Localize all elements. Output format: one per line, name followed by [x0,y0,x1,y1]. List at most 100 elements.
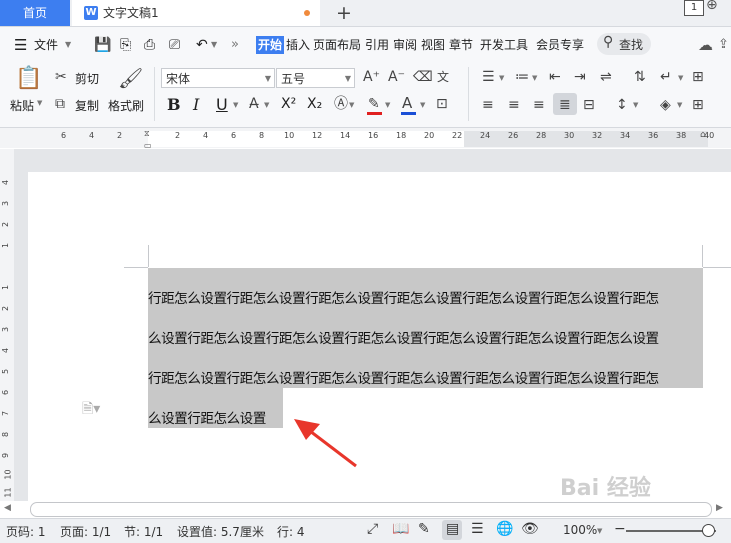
menu-developer[interactable]: 开发工具 [480,36,528,54]
subscript-button[interactable]: X₂ [307,96,322,112]
fullscreen-icon[interactable]: ⤢ [367,521,378,537]
font-color-dropdown-icon[interactable]: ▼ [420,101,425,109]
menu-review[interactable]: 审阅 [393,36,417,54]
phonetic-guide-icon[interactable]: 文 [437,69,449,85]
outline-view-icon[interactable]: ☰ [471,521,484,537]
save-icon[interactable]: 💾 [94,36,111,54]
status-row[interactable]: 行: 4 [277,523,305,540]
paragraph-handle-icon[interactable]: 🗎▾ [82,398,100,422]
eye-protection-icon[interactable]: 👁 [521,521,539,537]
menu-chapter[interactable]: 章节 [449,36,473,54]
chevron-down-icon[interactable]: ▼ [65,36,71,54]
undo-dropdown-icon[interactable]: ▼ [211,36,217,54]
text-effect-dropdown-icon[interactable]: ▼ [349,101,354,109]
underline-dropdown-icon[interactable]: ▼ [233,101,238,109]
search-box[interactable]: ⚲ 查找 [597,33,651,55]
tab-document[interactable]: W 文字文稿1 [72,0,320,26]
show-marks-icon[interactable]: ↵ [660,69,672,85]
menu-references[interactable]: 引用 [365,36,389,54]
grow-font-icon[interactable]: A⁺ [363,69,380,85]
shrink-font-icon[interactable]: A⁻ [388,69,405,85]
chinese-layout-icon[interactable]: ⇌ [600,69,612,85]
align-left-icon[interactable]: ≡ [482,97,494,113]
print-icon[interactable]: ⎙ [144,36,155,54]
distributed-align-icon[interactable]: ⊟ [583,97,595,113]
print-preview-icon[interactable]: ⎚ [169,36,180,54]
menu-file[interactable]: 文件 [34,36,58,54]
user-icon[interactable]: ⊕ [706,0,718,13]
hamburger-icon[interactable]: ☰ [14,36,27,54]
format-painter-button[interactable]: 格式刷 [108,97,144,114]
menu-view[interactable]: 视图 [421,36,445,54]
paste-dropdown-icon[interactable]: ▼ [37,99,42,107]
marks-dropdown-icon[interactable]: ▼ [678,74,683,82]
bold-button[interactable]: B [167,95,181,114]
bullet-dropdown-icon[interactable]: ▼ [499,74,504,82]
table-icon[interactable]: ⊞ [692,69,704,85]
copy-button[interactable]: 复制 [75,97,99,114]
zoom-slider-handle[interactable] [702,524,715,537]
clear-format-icon[interactable]: ⌫ [413,69,433,85]
numbered-dropdown-icon[interactable]: ▼ [532,74,537,82]
status-section[interactable]: 节: 1/1 [124,523,163,540]
font-color-icon[interactable]: A [402,95,412,111]
paragraph-line[interactable]: 么设置行距怎么设置行距怎么设置行距怎么设置行距怎么设置行距怎么设置行距怎么设置 [148,329,708,349]
paste-icon[interactable]: 📋 [15,67,42,91]
new-tab-button[interactable]: + [336,1,352,25]
highlight-dropdown-icon[interactable]: ▼ [385,101,390,109]
zoom-dropdown-icon[interactable]: ▼ [597,527,602,535]
menu-page-layout[interactable]: 页面布局 [313,36,361,54]
paste-button[interactable]: 粘贴 [10,97,34,114]
collaborate-icon[interactable]: ⇪ [718,36,729,54]
page-view-icon[interactable]: ▤ [446,521,459,537]
align-center-icon[interactable]: ≡ [508,97,520,113]
underline-button[interactable]: U [216,95,228,114]
cut-icon[interactable]: ✂ [55,69,67,85]
paragraph-line[interactable]: 么设置行距怎么设置 [148,409,708,429]
window-count-badge[interactable]: 1 [684,0,704,16]
highlight-icon[interactable]: ✎ [368,96,380,112]
font-size-select[interactable]: 五号 ▼ [276,68,355,88]
web-view-icon[interactable]: 🌐 [496,521,513,537]
menu-start[interactable]: 开始 [256,36,285,54]
borders-icon[interactable]: ⊞ [692,97,704,113]
strikethrough-dropdown-icon[interactable]: ▼ [264,101,269,109]
status-setting[interactable]: 设置值: 5.7厘米 [177,523,264,540]
zoom-level[interactable]: 100% [563,523,597,537]
cut-button[interactable]: 剪切 [75,70,99,87]
edit-mode-icon[interactable]: ✎ [418,521,430,537]
export-icon[interactable]: ⎘ [120,36,131,54]
font-name-select[interactable]: 宋体 ▼ [161,68,275,88]
paragraph-line[interactable]: 行距怎么设置行距怎么设置行距怎么设置行距怎么设置行距怎么设置行距怎么设置行距怎 [148,369,708,389]
character-border-icon[interactable]: ⊡ [436,96,448,112]
menu-membership[interactable]: 会员专享 [536,36,584,54]
shading-dropdown-icon[interactable]: ▼ [677,101,682,109]
undo-icon[interactable]: ↶ [196,36,208,54]
numbered-list-icon[interactable]: ≔ [515,69,529,85]
copy-icon[interactable]: ⧉ [55,96,65,112]
menu-insert[interactable]: 插入 [286,36,310,54]
decrease-indent-icon[interactable]: ⇤ [549,69,561,85]
indent-marker-icon[interactable]: ⧖ [144,129,150,139]
format-painter-icon[interactable]: 🖌 [118,67,143,89]
text-effect-icon[interactable]: Ⓐ [334,96,348,112]
bullet-list-icon[interactable]: ☰ [482,69,495,85]
zoom-out-icon[interactable]: − [614,521,626,537]
status-page[interactable]: 页面: 1/1 [60,523,111,540]
line-spacing-dropdown-icon[interactable]: ▼ [633,101,638,109]
superscript-button[interactable]: X² [281,96,296,112]
strikethrough-icon[interactable]: A̶ [249,96,259,112]
paragraph-line[interactable]: 行距怎么设置行距怎么设置行距怎么设置行距怎么设置行距怎么设置行距怎么设置行距怎 [148,289,708,309]
align-right-icon[interactable]: ≡ [533,97,545,113]
shading-icon[interactable]: ◈ [660,97,671,113]
more-icon[interactable]: » [231,36,239,54]
reading-mode-icon[interactable]: 📖 [392,521,409,537]
cloud-icon[interactable]: ☁ [698,36,713,54]
line-spacing-icon[interactable]: ↕ [616,97,628,113]
increase-indent-icon[interactable]: ⇥ [574,69,586,85]
sort-icon[interactable]: ⇅ [634,69,646,85]
tab-home[interactable]: 首页 [0,0,70,26]
scroll-left-icon[interactable]: ◀ [4,503,11,513]
horizontal-scrollbar[interactable] [30,502,712,517]
scroll-right-icon[interactable]: ▶ [716,503,723,513]
